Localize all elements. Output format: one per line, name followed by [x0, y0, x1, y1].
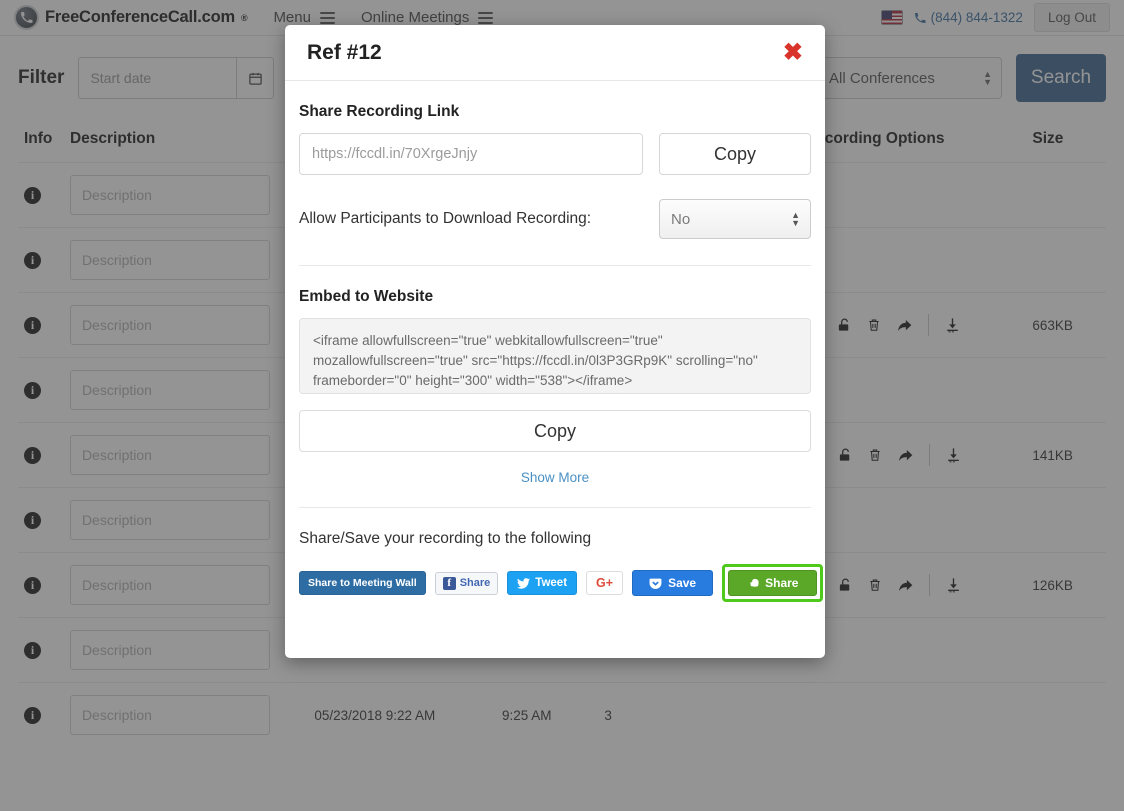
- embed-to-website-label: Embed to Website: [299, 288, 434, 305]
- twitter-bird-icon: [517, 577, 531, 589]
- copy-link-button[interactable]: Copy: [659, 133, 811, 175]
- facebook-share-label: Share: [459, 577, 491, 589]
- share-recording-modal: Ref #12 ✖ Share Recording Link https://f…: [285, 25, 825, 658]
- evernote-icon: [747, 577, 760, 590]
- share-recording-link-label: Share Recording Link: [299, 103, 460, 120]
- share-to-meeting-wall-button[interactable]: Share to Meeting Wall: [299, 571, 426, 595]
- facebook-share-button[interactable]: f Share: [434, 571, 499, 595]
- embed-code-textarea[interactable]: <iframe allowfullscreen="true" webkitall…: [299, 318, 811, 394]
- twitter-tweet-label: Tweet: [535, 577, 568, 589]
- show-more-link[interactable]: Show More: [299, 470, 811, 485]
- evernote-share-button[interactable]: Share: [728, 570, 818, 596]
- allow-download-select[interactable]: No ▲ ▼: [659, 199, 811, 239]
- share-section-divider: [299, 507, 811, 508]
- pocket-save-label: Save: [668, 576, 697, 590]
- twitter-tweet-button[interactable]: Tweet: [507, 571, 578, 595]
- evernote-share-highlight: Share: [722, 564, 824, 602]
- modal-body: Share Recording Link https://fccdl.in/70…: [285, 81, 825, 602]
- share-link-row: https://fccdl.in/70XrgeJnjy Copy: [299, 133, 811, 175]
- allow-download-label: Allow Participants to Download Recording…: [299, 210, 592, 227]
- modal-title: Ref #12: [307, 40, 382, 64]
- facebook-icon: f: [442, 576, 456, 590]
- allow-download-value: No: [671, 210, 691, 228]
- pocket-icon: [649, 577, 662, 590]
- allow-download-row: Allow Participants to Download Recording…: [299, 199, 811, 266]
- evernote-share-label: Share: [765, 576, 799, 590]
- chevron-updown-icon: ▲▼: [791, 210, 800, 228]
- share-link-input[interactable]: https://fccdl.in/70XrgeJnjy: [299, 133, 643, 175]
- embed-section: Embed to Website <iframe allowfullscreen…: [299, 288, 811, 485]
- google-plus-share-button[interactable]: G+: [586, 571, 624, 595]
- close-icon[interactable]: ✖: [783, 40, 803, 65]
- copy-embed-button[interactable]: Copy: [299, 410, 811, 452]
- modal-header: Ref #12 ✖: [285, 25, 825, 81]
- pocket-save-button[interactable]: Save: [632, 570, 714, 596]
- share-save-label: Share/Save your recording to the followi…: [299, 530, 592, 547]
- google-plus-icon: G+: [596, 576, 614, 590]
- social-share-row: Share to Meeting Wall f Share Tweet G+ S…: [299, 564, 824, 602]
